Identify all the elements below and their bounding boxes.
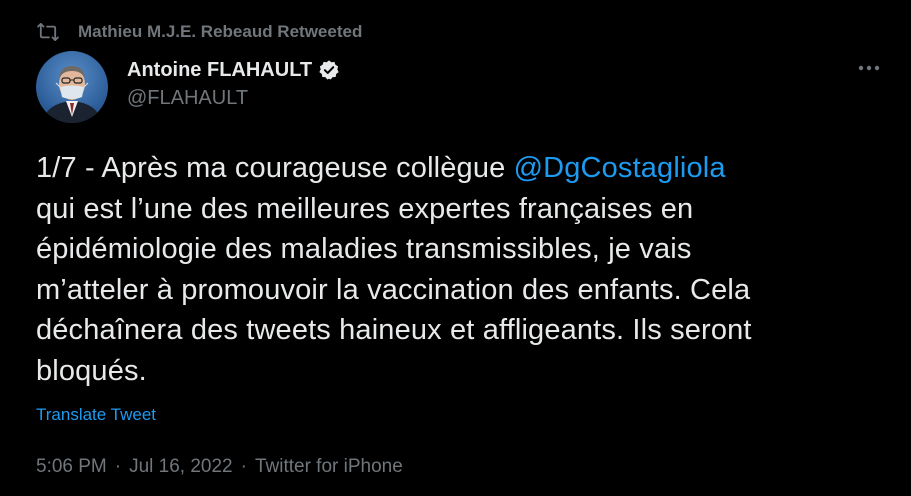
- tweet-text-part-2: qui est l’une des meilleures expertes fr…: [36, 192, 752, 387]
- retweeter-link[interactable]: Mathieu M.J.E. Rebeaud Retweeted: [78, 22, 362, 42]
- more-dots-icon: [858, 65, 880, 71]
- tweet-time[interactable]: 5:06 PM: [36, 456, 107, 478]
- author-name[interactable]: Antoine FLAHAULT: [127, 59, 312, 82]
- retweet-icon: [36, 20, 60, 44]
- tweet: Mathieu M.J.E. Rebeaud Retweeted Antoine…: [0, 0, 911, 496]
- mention-link[interactable]: @DgCostagliola: [514, 152, 726, 184]
- tweet-text: 1/7 - Après ma courageuse collègue @DgCo…: [36, 148, 896, 391]
- retweet-context: Mathieu M.J.E. Rebeaud Retweeted: [36, 20, 362, 44]
- translate-tweet-link[interactable]: Translate Tweet: [36, 405, 156, 425]
- tweet-text-part-1: 1/7 - Après ma courageuse collègue: [36, 152, 514, 184]
- author-avatar[interactable]: [36, 51, 108, 123]
- more-options-button[interactable]: [852, 56, 886, 80]
- tweet-metadata: 5:06 PM · Jul 16, 2022 · Twitter for iPh…: [36, 456, 403, 478]
- separator-dot: ·: [240, 456, 247, 477]
- author-handle[interactable]: @FLAHAULT: [127, 87, 248, 110]
- separator-dot: ·: [114, 456, 122, 477]
- tweet-date[interactable]: Jul 16, 2022: [129, 456, 233, 478]
- author-name-row: Antoine FLAHAULT: [127, 57, 340, 83]
- verified-badge-icon: [318, 59, 340, 81]
- tweet-source[interactable]: Twitter for iPhone: [255, 456, 403, 478]
